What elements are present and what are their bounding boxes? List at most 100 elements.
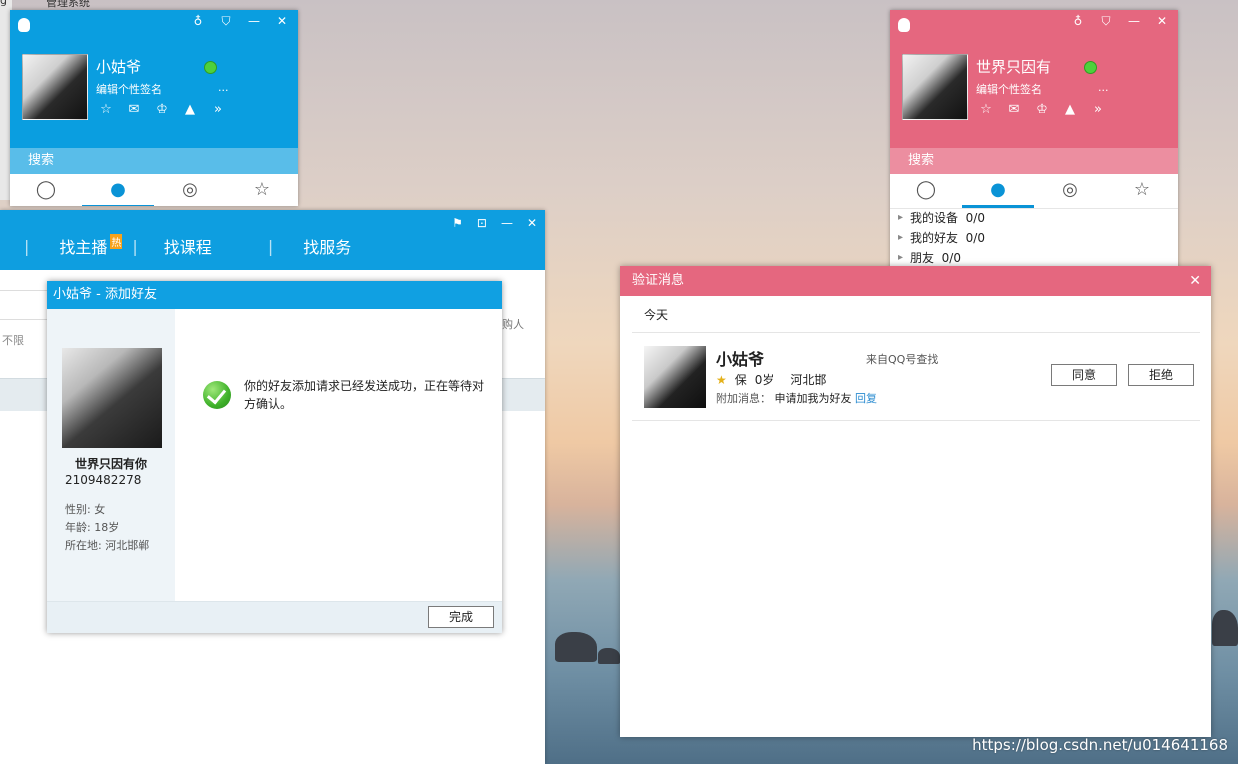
qq-header: ♁ ⛉ — ✕ 世界只因有 编辑个性签名 ... ☆ ✉ ♔ ▲ » [890, 10, 1178, 148]
requester-location: 河北邯 [790, 373, 827, 387]
target-gender: 性别: 女 [65, 503, 106, 516]
extra-message: 附加消息： 申请加我为好友 回复 [716, 390, 877, 406]
chat-tab-icon[interactable]: ◯ [890, 174, 962, 208]
favorites-tab-icon[interactable]: ☆ [226, 174, 298, 206]
success-check-icon [203, 381, 231, 409]
skin-icon[interactable]: ⛉ [218, 14, 234, 29]
request-source: 来自QQ号查找 [866, 353, 939, 366]
minimize-icon[interactable]: — [501, 216, 513, 230]
class-window-controls: ⚑ ⊡ — ✕ [452, 216, 537, 230]
star-icon[interactable]: ☆ [98, 102, 114, 117]
contacts-tab-icon[interactable]: ● [82, 174, 154, 206]
qq-penguin-icon [898, 18, 910, 32]
avatar[interactable] [902, 54, 968, 120]
medal-icon[interactable]: ♁ [1070, 14, 1086, 29]
chevron-right-icon[interactable]: » [1090, 102, 1106, 117]
target-age: 年龄: 18岁 [65, 521, 120, 534]
signature-field[interactable]: 编辑个性签名 [976, 81, 1042, 97]
dialog-title: 小姑爷 - 添加好友 [47, 281, 502, 309]
requester-age: 0岁 [754, 373, 775, 387]
nav-separator: | [132, 236, 138, 256]
groups-tab-icon[interactable]: ◎ [154, 174, 226, 206]
desktop-icon-label[interactable]: 管理系统 [46, 0, 90, 10]
divider [632, 420, 1200, 421]
filter-text: 不限 [2, 334, 24, 347]
nav-find-anchor[interactable]: 找主播热 [29, 234, 123, 258]
groups-tab-icon[interactable]: ◎ [1034, 174, 1106, 208]
qq-toolbar: ☆ ✉ ♔ ▲ » [978, 102, 1106, 117]
target-profile-panel: 世界只因有你 2109482278 性别: 女 年龄: 18岁 所在地: 河北邯… [47, 309, 175, 601]
contact-group[interactable]: 我的好友 0/0 [898, 228, 985, 248]
minimize-icon[interactable]: — [1126, 14, 1142, 29]
tent-icon[interactable]: ▲ [1062, 102, 1078, 117]
accept-button[interactable]: 同意 [1051, 364, 1117, 386]
close-icon[interactable]: ✕ [1189, 266, 1201, 296]
verify-message-window: 验证消息 ✕ 今天 小姑爷 来自QQ号查找 ★ 保 0岁 河北邯 附加消息： 申… [620, 266, 1211, 737]
close-icon[interactable]: ✕ [274, 14, 290, 29]
done-button[interactable]: 完成 [428, 606, 494, 628]
close-icon[interactable]: ✕ [527, 216, 537, 230]
medal-icon[interactable]: ♁ [190, 14, 206, 29]
nav-separator: | [267, 236, 274, 256]
reject-button[interactable]: 拒绝 [1128, 364, 1194, 386]
target-name: 世界只因有你 [74, 457, 147, 471]
favorites-tab-icon[interactable]: ☆ [1106, 174, 1178, 208]
lock-icon[interactable]: ⊡ [477, 216, 487, 230]
search-input[interactable]: 搜索 [890, 148, 1178, 174]
qq-penguin-icon [18, 18, 30, 32]
contact-group[interactable]: 朋友 0/0 [898, 248, 985, 268]
close-icon[interactable]: ✕ [1154, 14, 1170, 29]
star-icon[interactable]: ☆ [978, 102, 994, 117]
nav-find-service[interactable]: 找服务 [273, 234, 351, 258]
contact-group-list: 我的设备 0/0 我的好友 0/0 朋友 0/0 [898, 208, 985, 268]
nav-find-course[interactable]: 找课程 [138, 234, 212, 258]
online-status-icon[interactable] [1084, 61, 1097, 74]
mail-icon[interactable]: ✉ [126, 102, 142, 117]
divider [632, 332, 1200, 333]
crown-icon[interactable]: ♔ [154, 102, 170, 117]
qq-header: ♁ ⛉ — ✕ 小姑爷 编辑个性签名 ... ☆ ✉ ♔ ▲ » [10, 10, 298, 148]
class-nav: | 找主播热 | 找课程 | 找服务 [0, 234, 351, 258]
target-location: 所在地: 河北邯郸 [65, 539, 150, 552]
avatar[interactable] [22, 54, 88, 120]
minimize-icon[interactable]: — [246, 14, 262, 29]
requester-avatar[interactable] [644, 346, 706, 408]
hot-badge: 热 [110, 234, 123, 249]
requester-info: ★ 保 0岁 河北邯 [716, 371, 826, 388]
signature-field[interactable]: 编辑个性签名 [96, 81, 162, 97]
class-nav-bar: ⚑ ⊡ — ✕ | 找主播热 | 找课程 | 找服务 [0, 210, 545, 270]
reply-link[interactable]: 回复 [855, 392, 877, 405]
add-friend-dialog: 小姑爷 - 添加好友 世界只因有你 2109482278 性别: 女 年龄: 1… [47, 281, 502, 633]
search-input[interactable]: 搜索 [10, 148, 298, 174]
verify-title-bar: 验证消息 ✕ [620, 266, 1211, 296]
qq-tabs: ◯ ● ◎ ☆ [890, 174, 1178, 209]
qq-tabs: ◯ ● ◎ ☆ [10, 174, 298, 206]
skin-icon[interactable]: ⛉ [1098, 14, 1114, 29]
target-avatar [62, 348, 162, 448]
target-qq-number: 2109482278 [65, 473, 142, 487]
feedback-icon[interactable]: ⚑ [452, 216, 463, 230]
contact-group[interactable]: 我的设备 0/0 [898, 208, 985, 228]
qq-main-panel-left: ♁ ⛉ — ✕ 小姑爷 编辑个性签名 ... ☆ ✉ ♔ ▲ » 搜索 ◯ ● … [10, 10, 298, 206]
qq-window-controls: ♁ ⛉ — ✕ [1070, 14, 1170, 29]
crown-icon[interactable]: ♔ [1034, 102, 1050, 117]
nickname[interactable]: 小姑爷 [96, 56, 141, 77]
extra-label: 附加消息： [716, 392, 771, 405]
requester-nickname[interactable]: 小姑爷 [716, 346, 764, 370]
more-text: ... [218, 81, 229, 94]
chat-tab-icon[interactable]: ◯ [10, 174, 82, 206]
mail-icon[interactable]: ✉ [1006, 102, 1022, 117]
level-star-icon: ★ [716, 372, 727, 387]
contacts-tab-icon[interactable]: ● [962, 174, 1034, 208]
dialog-footer: 完成 [47, 601, 502, 633]
tent-icon[interactable]: ▲ [182, 102, 198, 117]
nav-separator: | [24, 236, 30, 256]
chevron-right-icon[interactable]: » [210, 102, 226, 117]
watermark: https://blog.csdn.net/u014641168 [972, 736, 1228, 754]
side-text: 购人 [502, 318, 524, 331]
online-status-icon[interactable] [204, 61, 217, 74]
extra-text: 申请加我为好友 [774, 392, 852, 405]
nickname[interactable]: 世界只因有 [976, 56, 1051, 77]
desktop-icon-label[interactable]: g [0, 0, 7, 7]
day-label: 今天 [644, 308, 669, 322]
